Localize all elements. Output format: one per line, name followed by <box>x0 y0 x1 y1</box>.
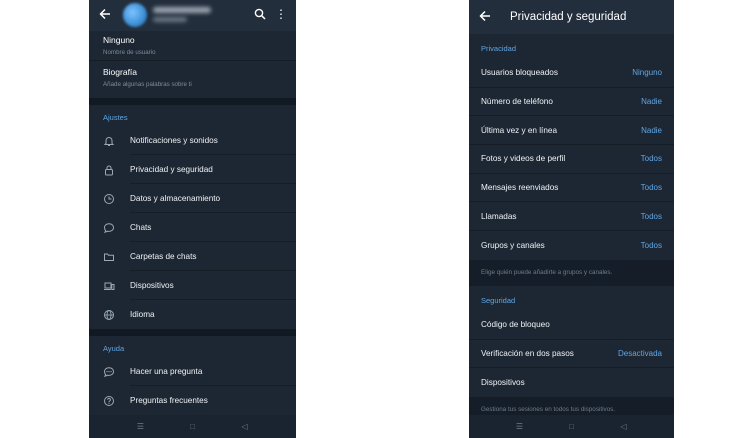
lock-icon <box>102 163 116 177</box>
setting-value: Todos <box>640 240 662 250</box>
settings-item-devices[interactable]: Dispositivos <box>89 271 296 300</box>
settings-item-label: Chats <box>130 223 152 232</box>
username-value: Ninguno <box>103 35 135 45</box>
settings-item-data[interactable]: Datos y almacenamiento <box>89 184 296 213</box>
privacy-row-last-seen[interactable]: Última vez y en línea Nadie <box>469 116 674 146</box>
setting-label: Mensajes reenviados <box>481 183 559 193</box>
username-row[interactable]: Ninguno Nombre de usuario <box>89 31 296 61</box>
security-row-two-step[interactable]: Verificación en dos pasos Desactivada <box>469 340 674 369</box>
setting-label: Verificación en dos pasos <box>481 348 574 358</box>
search-icon[interactable] <box>254 7 266 25</box>
chat-dots-icon <box>102 365 116 379</box>
app-bar: Privacidad y seguridad <box>469 0 674 34</box>
settings-screen: ⋮ Ninguno Nombre de usuario Biografía Añ… <box>89 0 296 438</box>
privacy-row-forwarded-messages[interactable]: Mensajes reenviados Todos <box>469 174 674 203</box>
help-item-label: Preguntas frecuentes <box>130 396 208 405</box>
settings-item-label: Carpetas de chats <box>130 252 197 261</box>
avatar[interactable] <box>123 3 147 27</box>
privacy-row-calls[interactable]: Llamadas Todos <box>469 202 674 232</box>
setting-value: Nadie <box>641 97 662 107</box>
back-arrow-icon[interactable] <box>99 7 111 23</box>
help-item-ask-question[interactable]: Hacer una pregunta <box>89 357 296 386</box>
question-icon <box>102 394 116 408</box>
recents-icon[interactable]: ☰ <box>135 422 147 431</box>
security-row-devices[interactable]: Dispositivos <box>469 368 674 397</box>
chat-bubble-icon <box>102 221 116 235</box>
settings-item-label: Idioma <box>130 310 155 319</box>
back-icon[interactable]: ◁ <box>618 422 630 431</box>
privacy-row-phone-number[interactable]: Número de teléfono Nadie <box>469 88 674 117</box>
devices-icon <box>102 279 116 293</box>
clock-icon <box>102 192 116 206</box>
settings-item-language[interactable]: Idioma <box>89 300 296 329</box>
setting-value: Todos <box>640 211 662 221</box>
section-divider <box>89 329 296 336</box>
setting-label: Número de teléfono <box>481 97 553 107</box>
section-divider <box>89 98 296 105</box>
setting-value: Todos <box>640 183 662 193</box>
settings-item-privacy[interactable]: Privacidad y seguridad <box>89 155 296 184</box>
help-item-faq[interactable]: Preguntas frecuentes <box>89 386 296 415</box>
android-nav-bar: ☰ □ ◁ <box>469 415 674 438</box>
help-section-header: Ayuda <box>103 344 125 353</box>
privacy-row-blocked-users[interactable]: Usuarios bloqueados Ninguno <box>469 59 674 88</box>
setting-label: Llamadas <box>481 211 517 221</box>
globe-icon <box>102 308 116 322</box>
setting-label: Última vez y en línea <box>481 125 557 135</box>
recents-icon[interactable]: ☰ <box>514 422 526 431</box>
settings-item-notifications[interactable]: Notificaciones y sonidos <box>89 126 296 155</box>
privacy-security-screen: Privacidad y seguridad Privacidad Usuari… <box>469 0 674 438</box>
more-vertical-icon[interactable]: ⋮ <box>275 8 287 20</box>
settings-item-label: Notificaciones y sonidos <box>130 136 218 145</box>
home-icon[interactable]: □ <box>566 422 578 431</box>
setting-label: Grupos y canales <box>481 240 545 250</box>
setting-label: Dispositivos <box>481 378 525 388</box>
settings-item-chats[interactable]: Chats <box>89 213 296 242</box>
back-icon[interactable]: ◁ <box>239 422 251 431</box>
page-title: Privacidad y seguridad <box>510 11 627 23</box>
help-item-label: Hacer una pregunta <box>130 367 203 376</box>
settings-section-header: Ajustes <box>103 113 128 122</box>
username-label: Nombre de usuario <box>103 49 156 56</box>
bio-title: Biografía <box>103 67 138 77</box>
back-arrow-icon[interactable] <box>479 9 491 25</box>
security-section-header: Seguridad <box>481 295 516 305</box>
setting-label: Código de bloqueo <box>481 320 550 330</box>
android-nav-bar: ☰ □ ◁ <box>89 415 296 438</box>
bio-hint: Añade algunas palabras sobre ti <box>103 81 192 88</box>
settings-item-label: Privacidad y seguridad <box>130 165 213 174</box>
settings-item-label: Dispositivos <box>130 281 174 290</box>
folder-icon <box>102 250 116 264</box>
settings-item-folders[interactable]: Carpetas de chats <box>89 242 296 271</box>
home-icon[interactable]: □ <box>187 422 199 431</box>
app-bar: ⋮ <box>89 0 296 31</box>
setting-value: Ninguno <box>632 68 662 78</box>
setting-label: Usuarios bloqueados <box>481 68 558 78</box>
settings-item-label: Datos y almacenamiento <box>130 194 221 203</box>
security-row-passcode[interactable]: Código de bloqueo <box>469 311 674 340</box>
setting-value: Nadie <box>641 125 662 135</box>
privacy-hint: Elige quién puede añadirte a grupos y ca… <box>469 259 674 286</box>
setting-value: Todos <box>640 154 662 164</box>
blurred-profile-status <box>153 17 187 22</box>
privacy-section-header: Privacidad <box>481 44 517 53</box>
blurred-profile-name <box>153 7 211 13</box>
bio-row[interactable]: Biografía Añade algunas palabras sobre t… <box>89 61 296 91</box>
privacy-row-groups-channels[interactable]: Grupos y canales Todos <box>469 231 674 260</box>
setting-label: Fotos y videos de perfil <box>481 154 566 164</box>
setting-value: Desactivada <box>617 348 662 358</box>
bell-icon <box>102 134 116 148</box>
privacy-row-profile-photos[interactable]: Fotos y videos de perfil Todos <box>469 145 674 174</box>
